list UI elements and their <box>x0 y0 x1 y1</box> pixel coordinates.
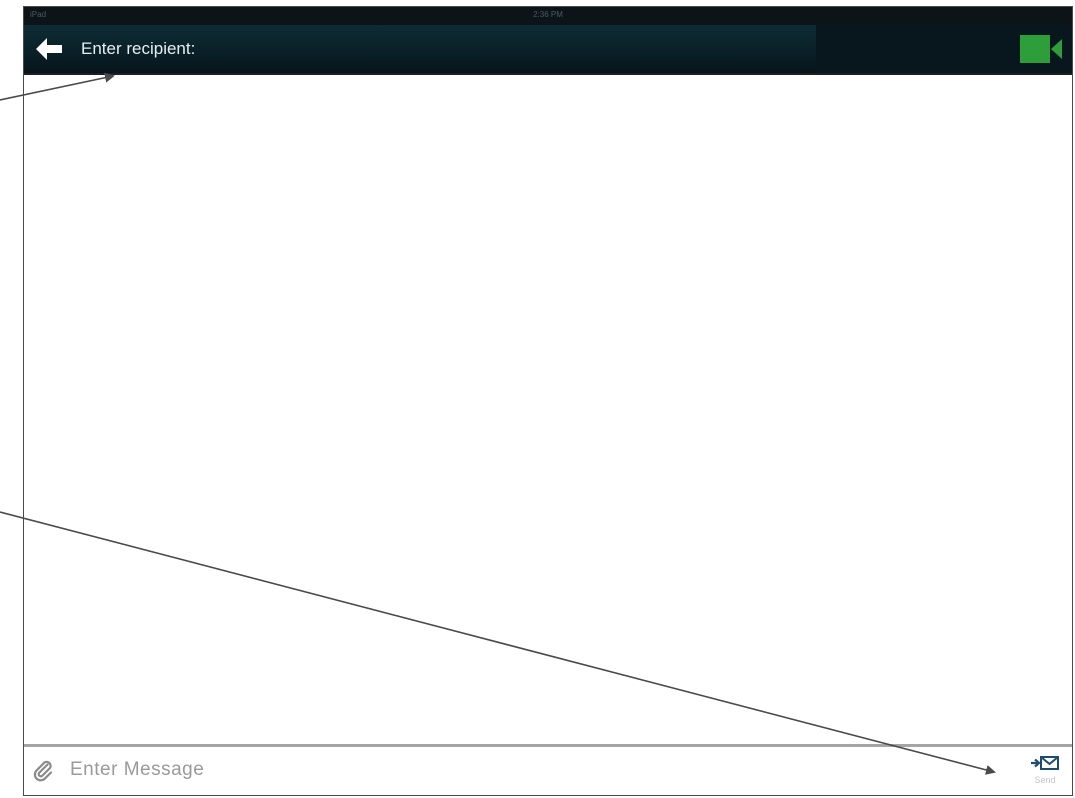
video-call-button[interactable] <box>1020 29 1064 69</box>
send-mail-icon <box>1031 756 1059 770</box>
status-time: 2:36 PM <box>533 10 563 19</box>
send-label: Send <box>1034 775 1056 785</box>
send-button[interactable]: Send <box>1028 753 1062 789</box>
paperclip-icon <box>33 760 53 782</box>
video-camera-icon <box>1020 35 1062 63</box>
status-bar: iPad 2:36 PM <box>24 7 1072 25</box>
tablet-screen: iPad 2:36 PM Enter recipient: Enter Mess… <box>23 6 1073 796</box>
recipient-input[interactable] <box>81 37 681 61</box>
navigation-bar <box>24 25 1072 75</box>
attach-button[interactable] <box>30 757 56 783</box>
message-input[interactable] <box>70 756 950 784</box>
back-button[interactable] <box>32 34 66 64</box>
compose-bar: Send <box>24 744 1072 795</box>
back-arrow-icon <box>36 38 62 60</box>
message-thread-area <box>24 75 1072 747</box>
